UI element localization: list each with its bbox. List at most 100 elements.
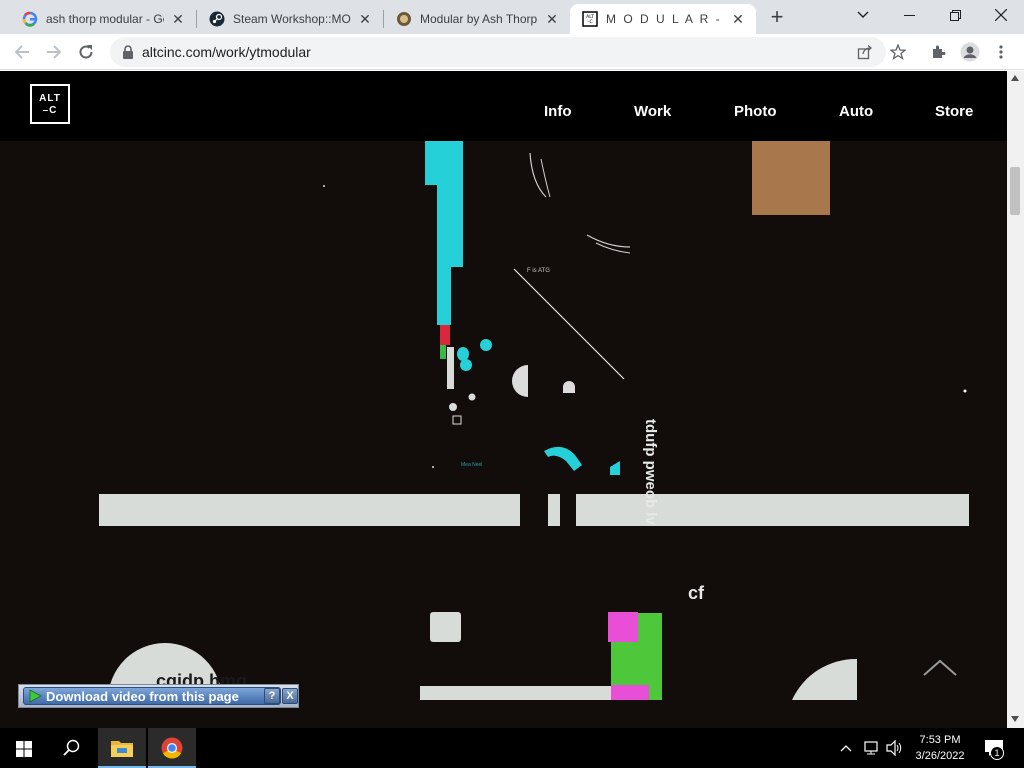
- forward-button[interactable]: [40, 38, 68, 66]
- altc-favicon: ALT –C: [582, 11, 598, 27]
- magenta-strip-shape: [611, 685, 649, 700]
- modular-artwork-canvas: [99, 141, 969, 700]
- cyan-dot-shape: [457, 347, 469, 361]
- more-menu-icon[interactable]: [998, 44, 1004, 60]
- green-block-shape: [440, 345, 446, 359]
- windows-taskbar: 7:53 PM 3/26/2022 1: [0, 728, 1024, 768]
- chrome-icon: [161, 737, 183, 759]
- back-arrow-icon: [14, 45, 29, 59]
- close-tab-icon[interactable]: ✕: [170, 11, 186, 28]
- light-quarter-circle-shape: [792, 658, 857, 700]
- clock-date: 3/26/2022: [915, 750, 965, 762]
- clock-time: 7:53 PM: [919, 734, 961, 746]
- arc-line-shape: [586, 234, 631, 248]
- address-bar[interactable]: altcinc.com/work/ytmodular: [110, 37, 886, 67]
- tab-strip: ash thorp modular - Go ✕ Steam Workshop:…: [0, 0, 1024, 34]
- tab-modular-altc-active[interactable]: ALT –C M O D U L A R - Ash Th ✕: [570, 4, 756, 34]
- back-button[interactable]: [8, 38, 36, 66]
- minimize-icon: [903, 14, 915, 16]
- magenta-square-shape: [608, 612, 638, 642]
- diagonal-line-shape: [513, 268, 625, 380]
- tab-modular-ash-thorp[interactable]: Modular by Ash Thorp ✕: [384, 4, 570, 34]
- tab-title: ash thorp modular - Go: [46, 12, 164, 26]
- light-bar-right-shape: [576, 494, 969, 526]
- play-icon: [29, 689, 42, 703]
- close-tab-icon[interactable]: ✕: [357, 11, 373, 28]
- light-square-shape: [430, 612, 461, 642]
- url-text[interactable]: altcinc.com/work/ytmodular: [142, 44, 311, 60]
- close-tab-icon[interactable]: ✕: [730, 11, 746, 28]
- tab-title: M O D U L A R - Ash Th: [606, 12, 724, 26]
- reload-button[interactable]: [72, 38, 100, 66]
- red-block-shape: [440, 325, 450, 345]
- cyan-curve-shape: [544, 446, 582, 471]
- chevron-down-icon: [857, 11, 869, 18]
- download-video-button[interactable]: Download video from this page: [23, 687, 281, 705]
- lock-icon[interactable]: [122, 45, 134, 59]
- download-video-label: Download video from this page: [46, 688, 239, 704]
- cyan-dot-shape: [480, 339, 492, 351]
- arc-line-shape: [540, 158, 551, 198]
- windows-start-icon[interactable]: [16, 741, 32, 757]
- taskbar-chrome[interactable]: [148, 728, 196, 768]
- scroll-to-top-chevron: [923, 659, 957, 676]
- taskbar-file-explorer[interactable]: [98, 728, 146, 768]
- network-icon[interactable]: [863, 740, 881, 756]
- download-help-button[interactable]: ?: [264, 688, 280, 704]
- arc-line-shape: [529, 152, 547, 198]
- white-half-circle-shape: [512, 365, 528, 397]
- cyan-dot-shape: [460, 359, 472, 371]
- tiny-label: Mea Neel: [461, 462, 483, 468]
- light-bar-bottom-shape: [420, 686, 611, 700]
- light-bar-small-shape: [548, 494, 560, 526]
- extensions-puzzle-icon[interactable]: [930, 44, 946, 60]
- web-page-viewport: ALT –C Info Work Photo Auto Store F is A…: [0, 71, 1007, 728]
- bookmark-star-icon[interactable]: [890, 44, 906, 60]
- arc-line-shape: [595, 242, 631, 254]
- cyan-bar-shape: [425, 141, 463, 325]
- system-clock[interactable]: 7:53 PM 3/26/2022: [900, 732, 980, 764]
- scroll-up-arrow-icon[interactable]: [1011, 75, 1019, 81]
- tab-steam-workshop[interactable]: Steam Workshop::MOD ✕: [197, 4, 383, 34]
- white-pill-shape: [563, 381, 575, 393]
- svg-text:–C: –C: [587, 19, 592, 25]
- steam-icon: [209, 11, 225, 27]
- download-video-toolbar: Download video from this page ? X: [18, 684, 299, 708]
- restore-icon: [949, 9, 961, 21]
- profile-avatar-icon[interactable]: [960, 42, 980, 62]
- tiny-label: F is ATG: [527, 268, 550, 274]
- search-icon[interactable]: [63, 739, 81, 757]
- cyan-wedge-shape: [610, 461, 620, 475]
- white-bar-shape: [447, 347, 454, 389]
- forward-arrow-icon: [47, 45, 62, 59]
- new-tab-button[interactable]: +: [764, 4, 790, 30]
- white-dot-shape: [449, 403, 457, 411]
- artwork-text-cf: cf: [688, 583, 705, 603]
- vertical-scrollbar[interactable]: [1007, 71, 1024, 728]
- white-dot-shape: [468, 393, 476, 401]
- minimize-button[interactable]: [886, 0, 932, 30]
- close-window-button[interactable]: [978, 0, 1024, 30]
- tab-title: Steam Workshop::MOD: [233, 12, 351, 26]
- chevron-up-icon[interactable]: [840, 744, 852, 752]
- tab-title: Modular by Ash Thorp: [420, 12, 538, 26]
- vertical-artwork-text: tdufp pweob lv: [642, 419, 659, 525]
- tab-search-button[interactable]: [840, 0, 886, 30]
- folder-icon: [111, 741, 133, 757]
- download-close-button[interactable]: X: [282, 688, 298, 704]
- reload-icon: [79, 45, 93, 59]
- tan-square-shape: [752, 141, 830, 215]
- share-icon[interactable]: [857, 44, 873, 60]
- notification-count-badge: 1: [990, 746, 1004, 760]
- light-bar-left-shape: [99, 494, 520, 526]
- white-square-outline-shape: [452, 415, 462, 425]
- close-icon: [995, 9, 1007, 21]
- modular-favicon: [397, 12, 411, 26]
- scroll-down-arrow-icon[interactable]: [1011, 716, 1019, 722]
- close-tab-icon[interactable]: ✕: [544, 11, 560, 28]
- scrollbar-thumb[interactable]: [1010, 167, 1020, 215]
- browser-toolbar: altcinc.com/work/ytmodular: [0, 34, 1024, 70]
- google-icon: [22, 11, 38, 27]
- tab-google-search[interactable]: ash thorp modular - Go ✕: [10, 4, 196, 34]
- restore-button[interactable]: [932, 0, 978, 30]
